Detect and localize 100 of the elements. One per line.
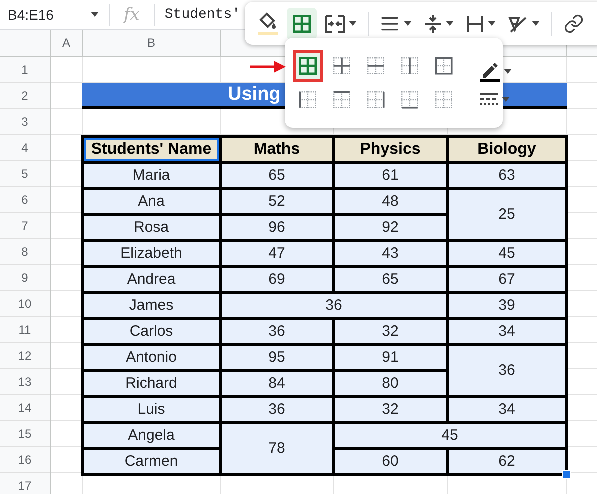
table-cell: 65 <box>335 268 446 291</box>
table-cell: Ana <box>84 190 219 213</box>
table-cell: 63 <box>449 164 565 187</box>
caret-icon <box>91 12 99 17</box>
table-cell: 80 <box>335 372 446 395</box>
table-cell: Richard <box>84 372 219 395</box>
table-cell: 32 <box>335 398 446 421</box>
table-cell: 34 <box>449 320 565 343</box>
bottom-border-icon <box>401 91 419 109</box>
table-cell: 47 <box>222 242 332 265</box>
inner-borders-icon <box>333 57 351 75</box>
table-cell: 32 <box>335 320 446 343</box>
link-icon <box>564 14 584 34</box>
row-header[interactable]: 5 <box>0 161 50 187</box>
table-cell: 52 <box>222 190 332 213</box>
merged-cell: 45 <box>335 424 565 447</box>
caret-icon <box>504 68 512 74</box>
table-cell: 84 <box>222 372 332 395</box>
table-cell: 36 <box>222 320 332 343</box>
row-header[interactable]: 15 <box>0 421 50 447</box>
caret-icon <box>404 21 412 26</box>
table-cell: Andrea <box>84 268 219 291</box>
caret-icon <box>446 21 454 26</box>
header-cell: Physics <box>335 138 446 161</box>
row-header[interactable]: 6 <box>0 187 50 213</box>
row-header[interactable]: 9 <box>0 265 50 291</box>
text-wrap-icon <box>466 14 484 32</box>
table-cell: Maria <box>84 164 219 187</box>
text-rotation-icon <box>508 14 528 32</box>
row-header[interactable]: 14 <box>0 395 50 421</box>
table-cell: Antonio <box>84 346 219 369</box>
pointer-arrow <box>250 61 286 73</box>
merged-cell: 78 <box>222 424 332 473</box>
header-cell: Maths <box>222 138 332 161</box>
fx-label: fx <box>110 4 155 26</box>
table-cell: Carlos <box>84 320 219 343</box>
table-cell: 60 <box>335 450 446 473</box>
row-header[interactable]: 10 <box>0 291 50 317</box>
table-cell: 48 <box>335 190 446 213</box>
caret-icon <box>502 96 510 102</box>
right-border-icon <box>367 91 385 109</box>
merged-cell: 36 <box>449 346 565 395</box>
all-borders-icon <box>293 14 311 32</box>
row-header[interactable]: 7 <box>0 213 50 239</box>
table-cell: 34 <box>449 398 565 421</box>
name-box[interactable]: B4:E16 <box>0 4 110 26</box>
table-cell: 65 <box>222 164 332 187</box>
table-cell: 39 <box>449 294 565 317</box>
table-cell: 62 <box>449 450 565 473</box>
borders-button[interactable] <box>287 8 317 40</box>
table-cell: James <box>84 294 219 317</box>
border-style-button[interactable] <box>479 92 512 106</box>
column-header[interactable]: B <box>83 30 221 56</box>
header-cell: Biology <box>449 138 565 161</box>
table-cell: Carmen <box>84 450 219 473</box>
row-header[interactable]: 3 <box>0 109 50 135</box>
top-border-icon <box>333 91 351 109</box>
row-header[interactable]: 16 <box>0 447 50 473</box>
table-cell: 61 <box>335 164 446 187</box>
caret-icon <box>488 21 496 26</box>
vertical-border-icon <box>401 57 419 75</box>
border-color-button[interactable] <box>479 60 512 82</box>
horizontal-border-icon <box>367 57 385 75</box>
merge-icon <box>325 14 345 32</box>
row-header[interactable]: 2 <box>0 83 50 109</box>
column-header[interactable]: A <box>51 30 83 56</box>
vertical-align-icon <box>424 14 442 34</box>
table-cell: Rosa <box>84 216 219 239</box>
table-cell: Luis <box>84 398 219 421</box>
cell-range: B4:E16 <box>8 6 54 22</box>
left-border-icon <box>299 91 317 109</box>
all-borders-icon <box>299 57 317 75</box>
fill-handle[interactable] <box>562 470 571 479</box>
row-header[interactable]: 12 <box>0 343 50 369</box>
row-header[interactable]: 11 <box>0 317 50 343</box>
row-header[interactable]: 8 <box>0 239 50 265</box>
border-option[interactable] <box>293 50 323 82</box>
table-cell: 69 <box>222 268 332 291</box>
row-header[interactable]: 4 <box>0 135 50 161</box>
row-header[interactable]: 13 <box>0 369 50 395</box>
row-header[interactable]: 1 <box>0 57 50 83</box>
table-cell: Angela <box>84 424 219 447</box>
caret-icon <box>532 21 540 26</box>
merged-cell: 25 <box>449 190 565 239</box>
header-cell: Students' Name <box>84 138 219 161</box>
caret-icon <box>349 21 357 26</box>
table-cell: 36 <box>222 398 332 421</box>
row-header[interactable]: 17 <box>0 473 50 494</box>
formula-content[interactable]: Students' <box>154 6 241 22</box>
table-cell: 92 <box>335 216 446 239</box>
table-cell: 67 <box>449 268 565 291</box>
pencil-icon <box>479 60 501 82</box>
merged-cell: 36 <box>222 294 446 317</box>
table-cell: 45 <box>449 242 565 265</box>
table-cell: 96 <box>222 216 332 239</box>
paint-bucket-icon <box>257 12 279 36</box>
table-cell: 95 <box>222 346 332 369</box>
border-style-icon <box>479 92 499 106</box>
outer-borders-icon <box>435 57 453 75</box>
no-borders-icon <box>435 91 453 109</box>
